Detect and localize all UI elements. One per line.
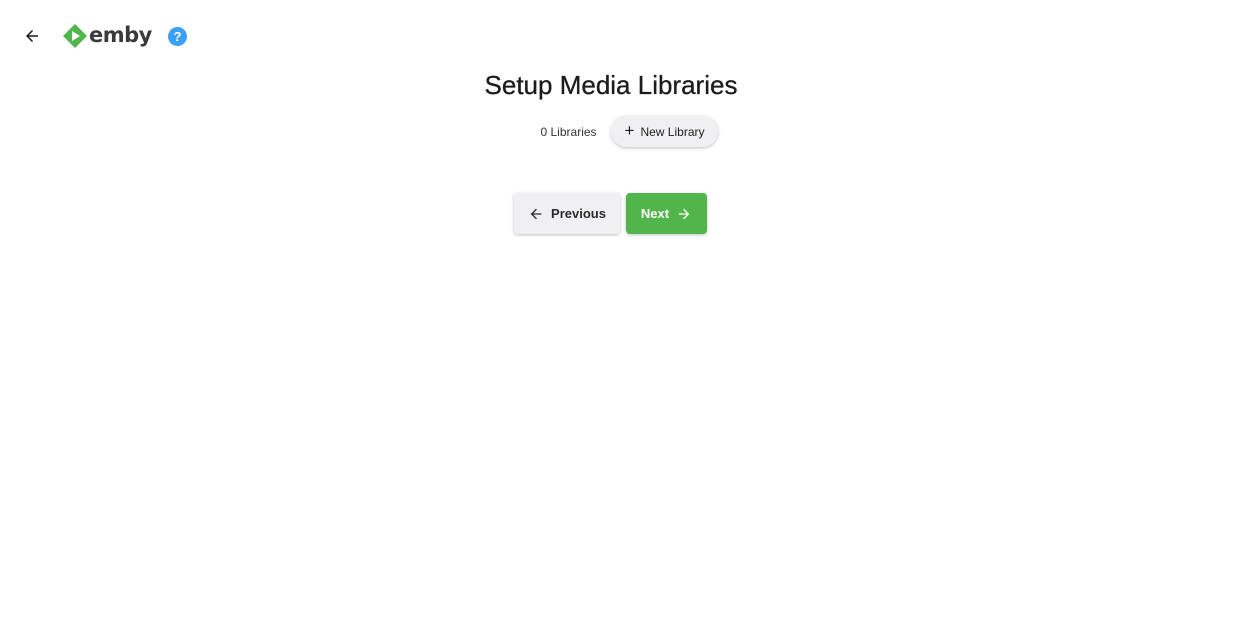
next-label: Next [640,206,670,221]
new-library-button[interactable]: + New Library [610,116,718,147]
emby-logo[interactable]: emby [62,22,152,50]
previous-button[interactable]: Previous [514,193,620,234]
library-toolbar: 0 Libraries + New Library [0,116,1222,147]
arrow-left-icon [26,30,38,42]
wizard-navigation: Previous Next [514,193,707,234]
previous-label: Previous [551,206,606,221]
help-button[interactable]: ? [168,27,187,46]
emby-logo-icon [63,24,87,48]
back-button[interactable] [18,22,46,50]
arrow-right-icon [678,208,690,219]
plus-icon: + [624,121,635,140]
next-button[interactable]: Next [626,193,707,234]
library-count: 0 Libraries [540,124,597,139]
header: emby ? [0,0,1234,72]
arrow-left-icon [530,208,542,219]
new-library-label: New Library [640,124,705,139]
logo-text: emby [89,23,152,47]
page-title: Setup Media Libraries [484,70,738,100]
